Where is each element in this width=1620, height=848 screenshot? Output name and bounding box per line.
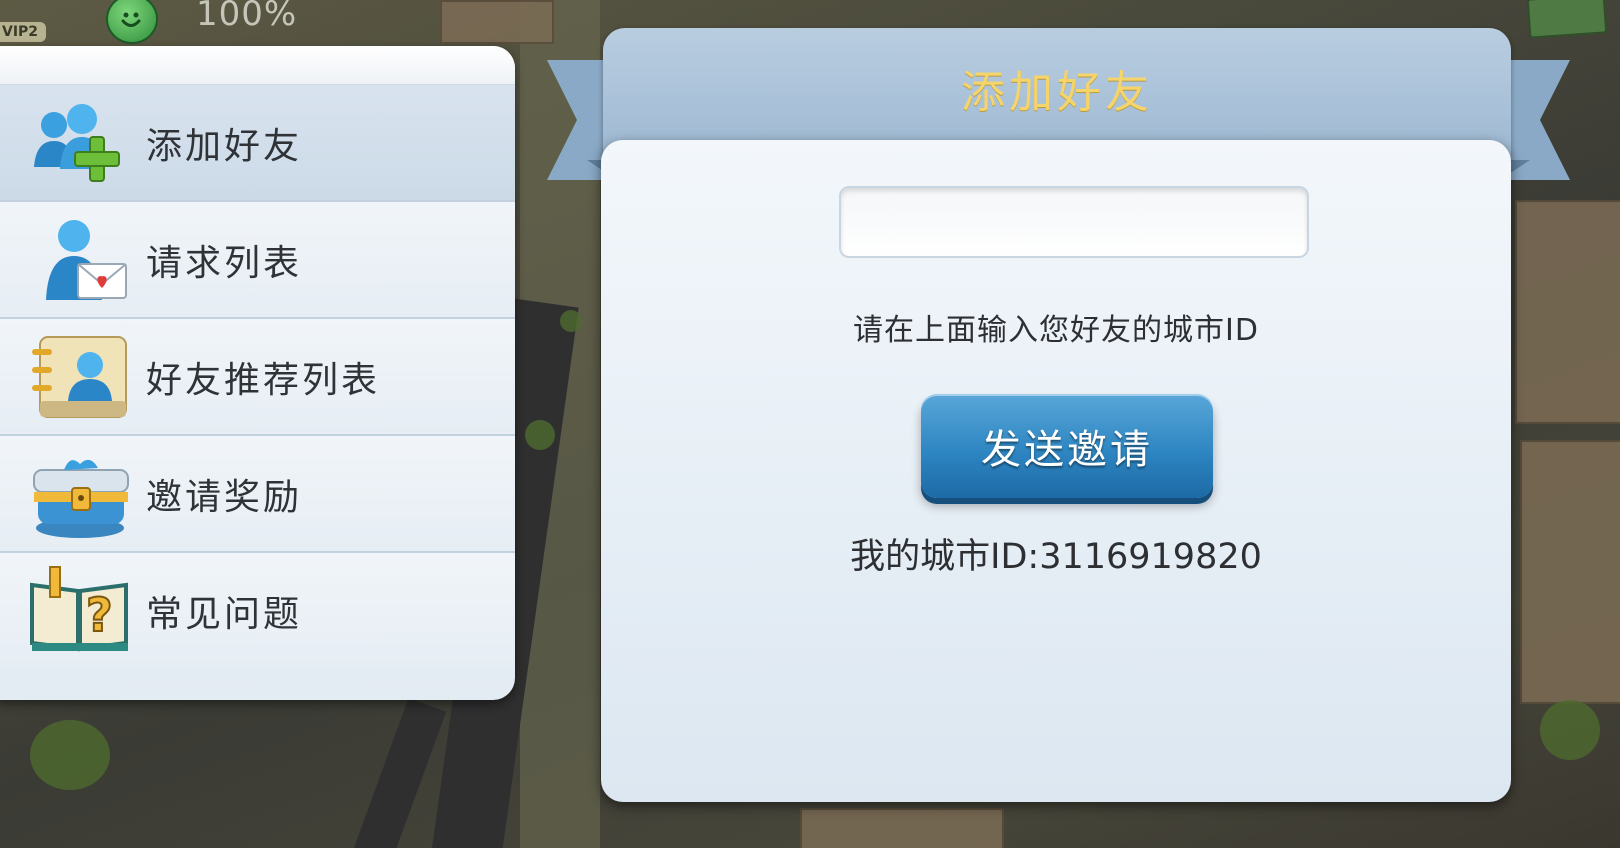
top-hud: VIP2 100% [0, 0, 300, 44]
recommended-friends-icon [30, 331, 130, 423]
friends-menu-panel: 添加好友 请求列表 好友推荐列表 邀请奖励 ? 常见问题 [0, 46, 515, 700]
menu-item-add-friend[interactable]: 添加好友 [0, 85, 515, 202]
menu-item-label: 邀请奖励 [146, 476, 303, 518]
happiness-smiley-icon [106, 0, 158, 44]
add-friend-icon [30, 97, 130, 189]
menu-item-recommended-friends[interactable]: 好友推荐列表 [0, 319, 515, 436]
svg-text:?: ? [86, 588, 113, 642]
menu-item-invite-rewards[interactable]: 邀请奖励 [0, 436, 515, 553]
happiness-percentage: 100% [196, 0, 298, 34]
add-friend-dialog: 请在上面输入您好友的城市ID 发送邀请 我的城市ID:3116919820 [601, 140, 1511, 802]
menu-item-label: 请求列表 [146, 242, 303, 284]
faq-book-icon: ? [30, 565, 130, 657]
menu-item-label: 添加好友 [146, 125, 303, 167]
send-invite-button[interactable]: 发送邀请 [921, 394, 1213, 498]
menu-item-faq[interactable]: ? 常见问题 [0, 553, 515, 668]
my-city-id: 我的城市ID:3116919820 [850, 537, 1262, 577]
simcash-icon[interactable] [1526, 0, 1608, 39]
dialog-title: 添加好友 [961, 67, 1153, 118]
city-id-input[interactable] [839, 186, 1309, 258]
menu-item-label: 常见问题 [146, 593, 303, 635]
dialog-header: 添加好友 [603, 28, 1511, 158]
menu-item-request-list[interactable]: 请求列表 [0, 202, 515, 319]
friend-request-mail-icon [30, 214, 130, 306]
vip-badge[interactable]: VIP2 [0, 22, 46, 42]
menu-top-bar [0, 46, 515, 85]
menu-item-label: 好友推荐列表 [146, 359, 381, 401]
input-hint-text: 请在上面输入您好友的城市ID [853, 313, 1259, 348]
reward-chest-icon [30, 448, 130, 540]
